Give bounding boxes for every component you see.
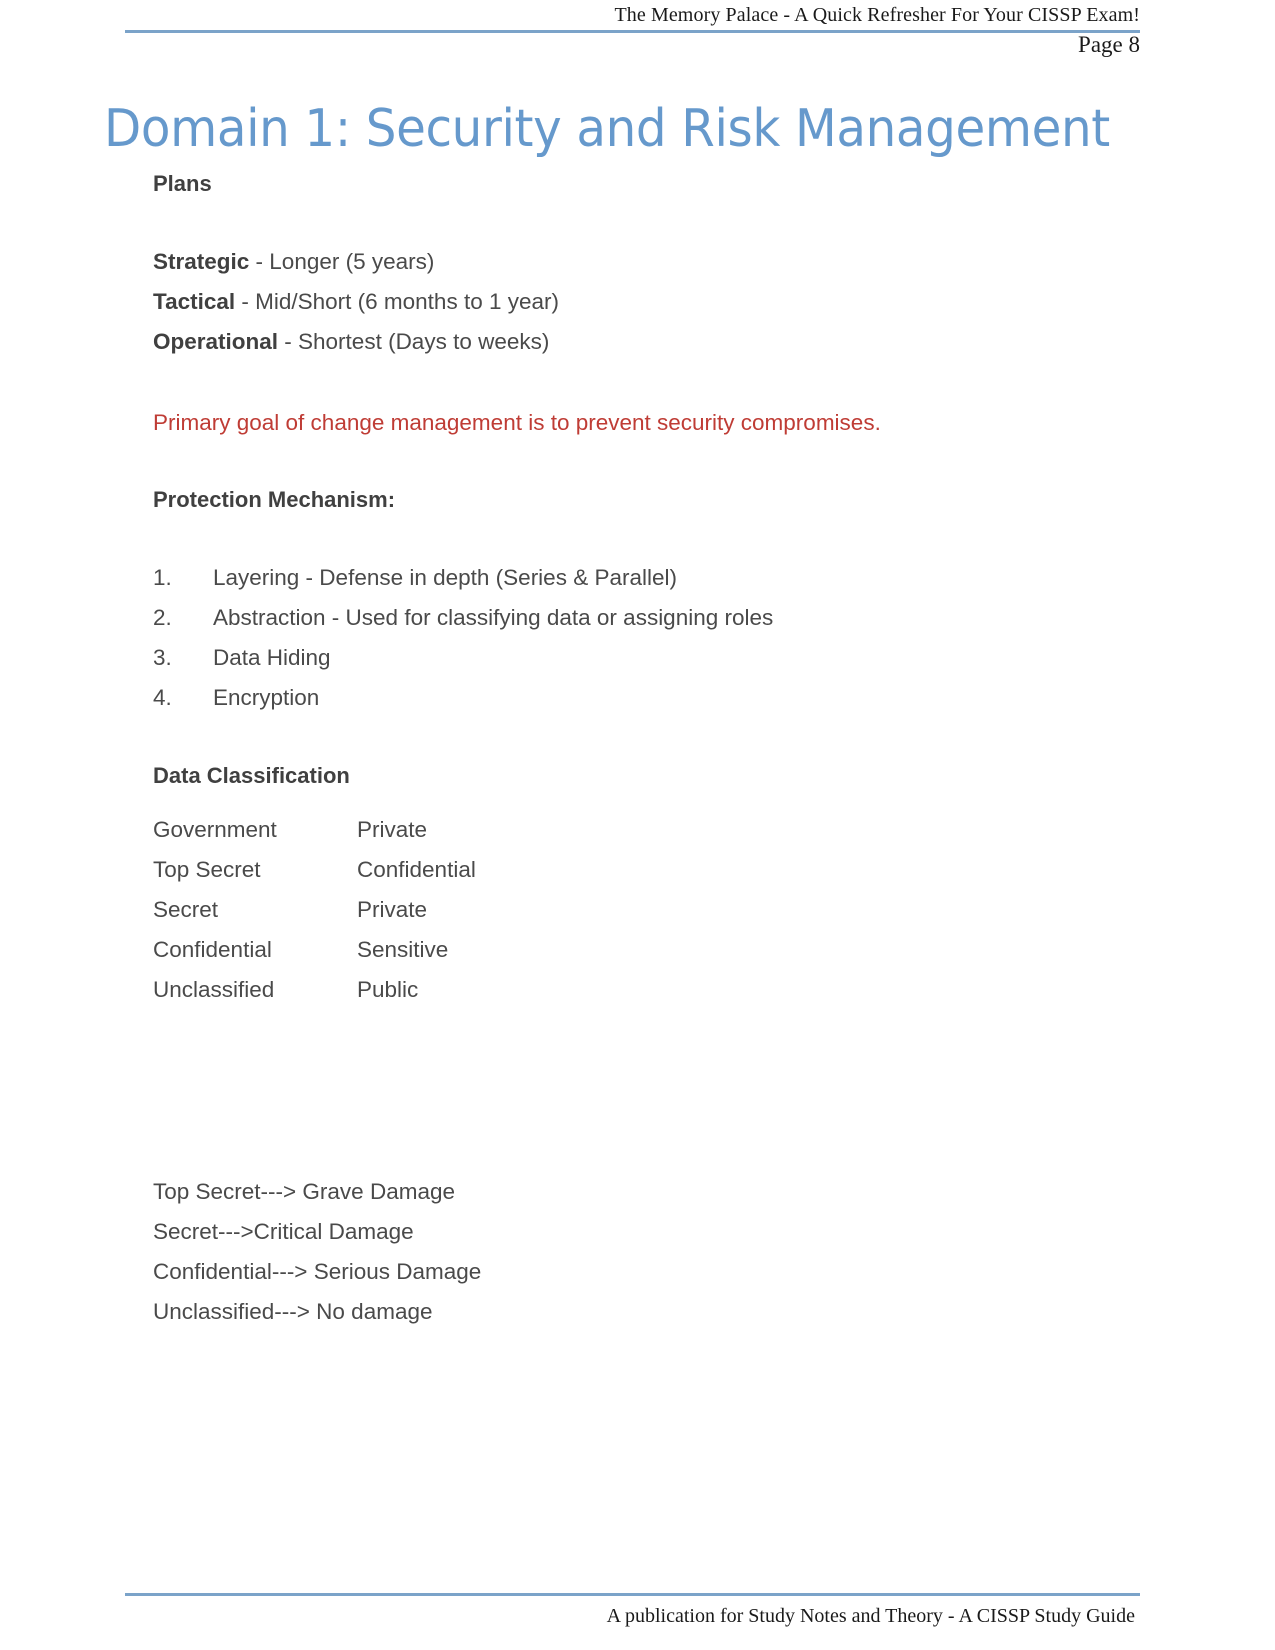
page-title: Domain 1: Security and Risk Management [104,98,1110,159]
table-row: Confidential Sensitive [153,930,476,970]
list-item-label: Data Hiding [213,645,331,670]
damage-line-secret: Secret--->Critical Damage [153,1219,414,1244]
header-divider [125,30,1140,33]
plan-term-operational: Operational [153,329,279,354]
plan-detail-operational: - Shortest (Days to weeks) [278,329,550,354]
cell-government: Government [153,817,277,842]
cell-government: Confidential [153,937,272,962]
table-row: Top Secret Confidential [153,850,476,890]
page-number: Page 8 [1078,32,1140,57]
list-item: 2. Abstraction - Used for classifying da… [153,598,1153,638]
list-item-number: 3. [153,645,172,670]
cell-government: Secret [153,897,219,922]
damage-line-confidential: Confidential---> Serious Damage [153,1259,482,1284]
plan-term-tactical: Tactical [153,289,236,314]
list-item-label: Layering - Defense in depth (Series & Pa… [213,565,677,590]
list-item: 1. Layering - Defense in depth (Series &… [153,558,1153,598]
plans-heading: Plans [153,171,212,196]
plan-term-strategic: Strategic [153,249,250,274]
plan-row-operational: Operational - Shortest (Days to weeks) [153,322,1153,362]
document-body: Plans Strategic - Longer (5 years) Tacti… [153,168,1153,1332]
list-item-number: 1. [153,565,172,590]
cell-private: Sensitive [357,937,449,962]
highlight-note: Primary goal of change management is to … [153,410,881,435]
page-footer: A publication for Study Notes and Theory… [0,1560,1275,1650]
list-item-number: 4. [153,685,172,710]
header-title: The Memory Palace - A Quick Refresher Fo… [614,4,1140,26]
list-item: 3. Data Hiding [153,638,1153,678]
list-item-label: Encryption [213,685,320,710]
plan-row-tactical: Tactical - Mid/Short (6 months to 1 year… [153,282,1153,322]
footer-divider [125,1593,1140,1596]
cell-private: Private [357,897,428,922]
table-row: Unclassified Public [153,970,476,1010]
cell-private: Confidential [357,857,476,882]
page-header: The Memory Palace - A Quick Refresher Fo… [0,0,1275,70]
cell-government: Top Secret [153,857,261,882]
table-row: Government Private [153,810,476,850]
damage-line-top-secret: Top Secret---> Grave Damage [153,1179,455,1204]
protection-mechanism-heading: Protection Mechanism: [153,487,396,512]
damage-line-unclassified: Unclassified---> No damage [153,1299,433,1324]
document-page: The Memory Palace - A Quick Refresher Fo… [0,0,1275,1650]
protection-mechanism-list: 1. Layering - Defense in depth (Series &… [153,558,1153,718]
plan-detail-tactical: - Mid/Short (6 months to 1 year) [235,289,559,314]
table-row: Secret Private [153,890,476,930]
list-item-label: Abstraction - Used for classifying data … [213,605,774,630]
cell-private: Public [357,977,419,1002]
cell-government: Unclassified [153,977,275,1002]
footer-text: A publication for Study Notes and Theory… [606,1605,1135,1627]
plan-row-strategic: Strategic - Longer (5 years) [153,242,1153,282]
data-classification-table: Government Private Top Secret Confidenti… [153,810,476,1010]
plan-detail-strategic: - Longer (5 years) [249,249,435,274]
list-item: 4. Encryption [153,678,1153,718]
list-item-number: 2. [153,605,172,630]
data-classification-heading: Data Classification [153,763,350,788]
cell-private: Private [357,817,428,842]
